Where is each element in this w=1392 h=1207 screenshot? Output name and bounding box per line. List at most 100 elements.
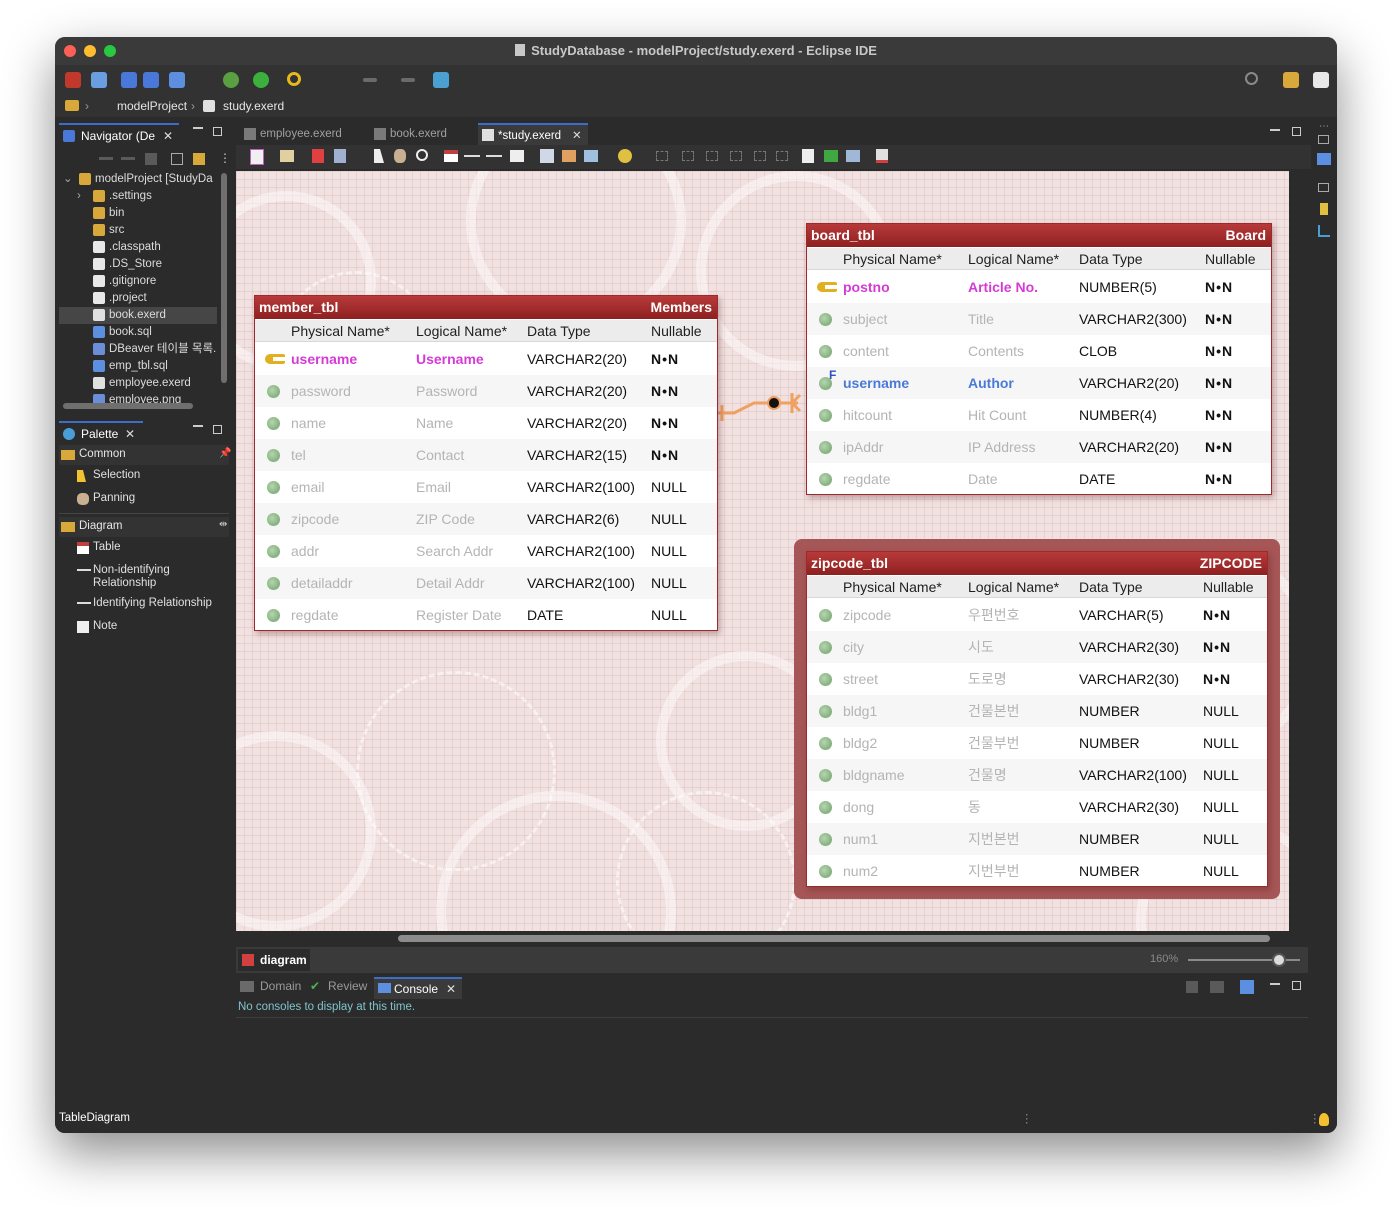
table-row[interactable]: postno Article No. NUMBER(5) N•N: [807, 271, 1271, 303]
back-icon[interactable]: [99, 157, 113, 160]
breadcrumb-file[interactable]: study.exerd: [223, 99, 284, 113]
table-row[interactable]: city 시도 VARCHAR2(30) N•N: [807, 631, 1267, 663]
table-row[interactable]: street 도로명 VARCHAR2(30) N•N: [807, 663, 1267, 695]
collapse-all-icon[interactable]: [171, 153, 183, 165]
navigator-item[interactable]: bin: [59, 205, 217, 222]
zoom-slider-thumb[interactable]: [1272, 953, 1286, 967]
close-icon[interactable]: ✕: [125, 423, 135, 445]
model-icon[interactable]: [250, 149, 264, 165]
close-icon[interactable]: ✕: [572, 125, 582, 147]
restore-icon[interactable]: [1318, 183, 1329, 192]
note-tool-icon[interactable]: [510, 150, 524, 162]
pan-tool-icon[interactable]: [394, 149, 406, 163]
tab-palette[interactable]: Palette ✕: [59, 421, 143, 443]
close-window-button[interactable]: [64, 45, 76, 57]
align-icon[interactable]: [776, 151, 788, 161]
navigator-hscrollbar[interactable]: [63, 403, 193, 409]
maximize-icon[interactable]: [1292, 981, 1301, 990]
table-row[interactable]: bldg1 건물본번 NUMBER NULL: [807, 695, 1267, 727]
tab-domain[interactable]: Domain: [240, 979, 301, 993]
navigator-item[interactable]: .gitignore: [59, 273, 217, 290]
navigator-item[interactable]: book.sql: [59, 324, 217, 341]
relationship-line[interactable]: [706, 381, 806, 421]
scrollbar-thumb[interactable]: [398, 935, 1270, 942]
navigator-item[interactable]: › .settings: [59, 188, 217, 205]
table-zipcode-tbl[interactable]: zipcode_tbl ZIPCODE Physical Name* Logic…: [806, 551, 1268, 887]
table-row[interactable]: addr Search Addr VARCHAR2(100) NULL: [255, 535, 717, 567]
navigator-item[interactable]: book.exerd: [59, 307, 217, 324]
zoom-window-button[interactable]: [104, 45, 116, 57]
pin-icon[interactable]: 📌: [219, 448, 231, 459]
table-row[interactable]: zipcode 우편번호 VARCHAR(5) N•N: [807, 599, 1267, 631]
close-icon[interactable]: ✕: [163, 125, 173, 147]
chevron-down-icon[interactable]: ⌄: [63, 171, 73, 188]
navigator-item[interactable]: employee.exerd: [59, 375, 217, 392]
table-row[interactable]: regdate Date DATE N•N: [807, 463, 1271, 495]
table-row[interactable]: content Contents CLOB N•N: [807, 335, 1271, 367]
save-all-icon[interactable]: [143, 72, 159, 88]
table-row[interactable]: name Name VARCHAR2(20) N•N: [255, 407, 717, 439]
display-console-icon[interactable]: [1210, 981, 1224, 993]
copy-icon[interactable]: [540, 149, 554, 163]
select-tool-icon[interactable]: [374, 149, 384, 163]
align-icon[interactable]: [656, 151, 668, 161]
validate-icon[interactable]: [824, 150, 838, 162]
align-icon[interactable]: [754, 151, 766, 161]
run-icon[interactable]: [253, 72, 269, 88]
lightbulb-icon[interactable]: [1319, 1113, 1329, 1126]
save-icon[interactable]: [121, 72, 137, 88]
navigator-item[interactable]: .project: [59, 290, 217, 307]
relation-tool-icon[interactable]: [464, 155, 480, 157]
minimize-icon[interactable]: [193, 127, 203, 129]
canvas-vscrollbar[interactable]: [1289, 171, 1307, 931]
forward-engineer-icon[interactable]: [846, 150, 860, 162]
navigator-item[interactable]: .DS_Store: [59, 256, 217, 273]
delete-icon[interactable]: [312, 149, 324, 163]
align-icon[interactable]: [706, 151, 718, 161]
tab-book-exerd[interactable]: book.exerd: [370, 123, 474, 145]
table-row[interactable]: tel Contact VARCHAR2(15) N•N: [255, 439, 717, 471]
table-row[interactable]: zipcode ZIP Code VARCHAR2(6) NULL: [255, 503, 717, 535]
outline-icon[interactable]: [1317, 153, 1331, 165]
breadcrumb-project[interactable]: modelProject: [117, 99, 187, 113]
forward-icon[interactable]: [401, 78, 415, 82]
new-icon[interactable]: [65, 72, 81, 88]
clipboard-icon[interactable]: [334, 149, 346, 163]
image-icon[interactable]: [584, 150, 598, 162]
table-row[interactable]: subject Title VARCHAR2(300) N•N: [807, 303, 1271, 335]
table-row[interactable]: hitcount Hit Count NUMBER(4) N•N: [807, 399, 1271, 431]
palette-drawer-common[interactable]: Common 📌: [59, 445, 231, 465]
external-tools-icon[interactable]: [433, 72, 449, 88]
erd-perspective-icon[interactable]: [1313, 72, 1329, 88]
new-wizard-icon[interactable]: [91, 72, 107, 88]
link-editor-icon[interactable]: [193, 153, 205, 165]
table-row[interactable]: num2 지번부번 NUMBER NULL: [807, 855, 1267, 887]
auto-layout-icon[interactable]: [618, 149, 632, 163]
open-perspective-icon[interactable]: [1283, 72, 1299, 88]
minimize-window-button[interactable]: [84, 45, 96, 57]
forward-icon[interactable]: [121, 157, 135, 160]
document-icon[interactable]: [802, 149, 814, 163]
tab-employee-exerd[interactable]: employee.exerd: [240, 123, 366, 145]
debug-icon[interactable]: [223, 72, 239, 88]
image-export-icon[interactable]: [280, 150, 294, 162]
table-row[interactable]: detailaddr Detail Addr VARCHAR2(100) NULL: [255, 567, 717, 599]
search-icon[interactable]: [287, 72, 301, 86]
tab-study-exerd[interactable]: *study.exerd ✕: [478, 123, 588, 145]
tab-console[interactable]: Console ✕: [374, 977, 463, 999]
palette-drawer-diagram[interactable]: Diagram ⇹: [59, 517, 229, 537]
align-icon[interactable]: [682, 151, 694, 161]
table-board-tbl[interactable]: board_tbl Board Physical Name* Logical N…: [806, 223, 1272, 495]
table-row[interactable]: ipAddr IP Address VARCHAR2(20) N•N: [807, 431, 1271, 463]
close-icon[interactable]: ✕: [446, 979, 456, 999]
maximize-icon[interactable]: [213, 425, 222, 434]
table-row[interactable]: username Username VARCHAR2(20) N•N: [255, 343, 717, 375]
tab-diagram[interactable]: diagram: [238, 949, 310, 971]
terminal-icon[interactable]: [169, 72, 185, 88]
table-tool-icon[interactable]: [444, 150, 458, 162]
minimize-icon[interactable]: [1270, 983, 1280, 985]
navigator-item[interactable]: emp_tbl.sql: [59, 358, 217, 375]
zoom-slider[interactable]: [1188, 953, 1300, 967]
restore-icon[interactable]: [1318, 135, 1329, 144]
up-icon[interactable]: [145, 153, 157, 165]
